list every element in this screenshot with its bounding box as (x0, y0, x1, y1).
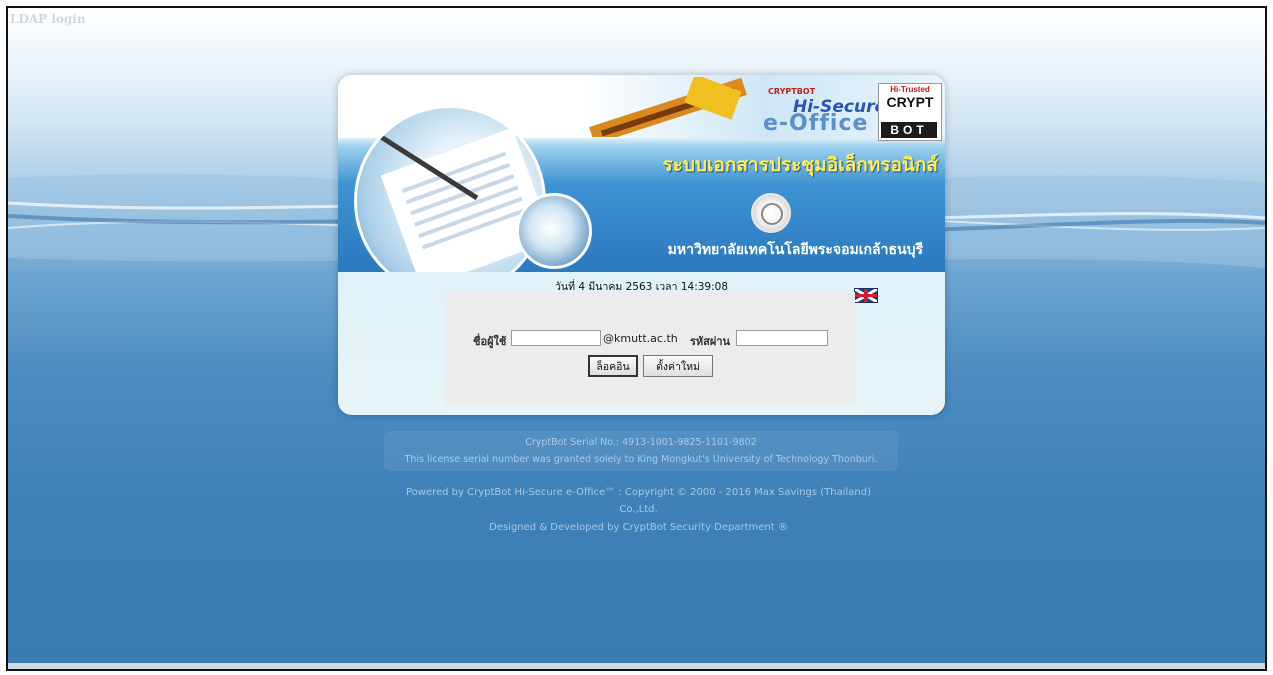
system-title: ระบบเอกสารประชุมอิเล็กทรอนิกส์ (662, 154, 938, 176)
brand-cryptbot: CRYPTBOT (768, 87, 816, 96)
university-name: มหาวิทยาลัยเทคโนโลยีพระจอมเกล้าธนบุรี (667, 242, 923, 258)
company-name: Co.,Ltd. (619, 504, 658, 515)
document-photo (354, 105, 546, 297)
login-button[interactable]: ล็อคอิน (588, 355, 638, 377)
browser-viewport: LDAP login CRYPTBOT Hi-Secure e-Office H… (6, 6, 1267, 671)
header-banner: CRYPTBOT Hi-Secure e-Office Hi-Trusted C… (338, 75, 945, 297)
page-title: LDAP login (10, 12, 86, 26)
hi-trusted-cryptbot-logo: Hi-Trusted CRYPT BOT (878, 83, 942, 141)
brand-e-office: e-Office (763, 111, 869, 136)
pen-graphic-icon (589, 77, 747, 137)
username-label: ชื่อผู้ใช้ (473, 335, 507, 348)
license-box: CryptBot Serial No.: 4913-1001-9825-1101… (384, 431, 898, 471)
uk-flag-icon[interactable] (854, 288, 878, 303)
login-form-area: วันที่ 4 มีนาคม 2563 เวลา 14:39:08 ชื่อผ… (338, 272, 945, 415)
domain-suffix: @kmutt.ac.th (603, 332, 678, 345)
username-input[interactable] (511, 330, 601, 346)
login-panel: CRYPTBOT Hi-Secure e-Office Hi-Trusted C… (338, 75, 945, 415)
serial-number: CryptBot Serial No.: 4913-1001-9825-1101… (525, 437, 757, 448)
license-statement: This license serial number was granted s… (404, 454, 878, 465)
university-seal-icon (751, 193, 791, 233)
password-label: รหัสผ่าน (690, 335, 731, 348)
reset-button[interactable]: ตั้งค่าใหม่ (643, 355, 713, 377)
password-input[interactable] (736, 330, 828, 346)
bottom-strip (8, 663, 1265, 669)
copyright-text: Powered by CryptBot Hi-Secure e-Office™ … (405, 487, 872, 498)
login-box: ชื่อผู้ใช้ @kmutt.ac.th รหัสผ่าน ล็อคอิน… (445, 292, 855, 404)
developer-credit: Designed & Developed by CryptBot Securit… (489, 522, 788, 533)
